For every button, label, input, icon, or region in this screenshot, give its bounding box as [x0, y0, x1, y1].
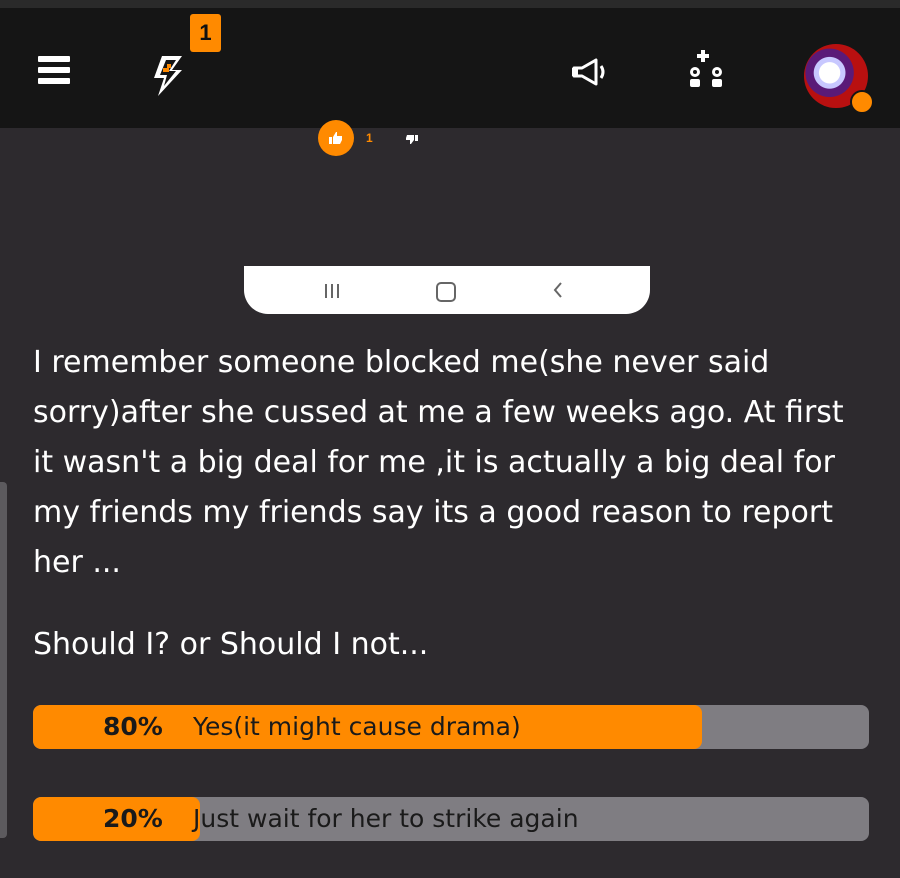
vote-bar: 1	[318, 120, 438, 160]
notification-badge[interactable]: 1	[190, 14, 221, 52]
like-count: 1	[366, 131, 373, 145]
megaphone-icon[interactable]	[570, 56, 610, 88]
dislike-button[interactable]	[406, 130, 422, 146]
hamburger-menu-icon[interactable]	[38, 56, 70, 84]
poll-option-label: Just wait for her to strike again	[193, 804, 579, 833]
online-status-dot	[850, 90, 874, 114]
lightning-bolt-icon[interactable]	[148, 54, 188, 98]
recent-apps-icon[interactable]	[322, 282, 342, 300]
like-button[interactable]	[318, 120, 354, 156]
post-body-text: I remember someone blocked me(she never …	[33, 345, 854, 580]
poll-question: Should I? or Should I not...	[33, 627, 429, 662]
system-navigation-bar	[244, 266, 650, 314]
status-strip	[0, 0, 900, 8]
poll-percent: 80%	[103, 712, 163, 741]
poll-option-label: Yes(it might cause drama)	[193, 712, 521, 741]
poll-option-wait[interactable]: 20% Just wait for her to strike again	[33, 797, 869, 841]
thumbs-down-icon	[406, 135, 418, 144]
top-app-bar: 1	[0, 8, 900, 128]
thumbs-up-icon	[329, 132, 342, 144]
add-member-icon[interactable]	[686, 48, 730, 92]
poll-percent: 20%	[103, 804, 163, 833]
poll-option-yes[interactable]: 80% Yes(it might cause drama)	[33, 705, 869, 749]
back-icon[interactable]	[550, 280, 566, 300]
scroll-edge-indicator	[0, 482, 7, 838]
home-icon[interactable]	[436, 282, 456, 302]
